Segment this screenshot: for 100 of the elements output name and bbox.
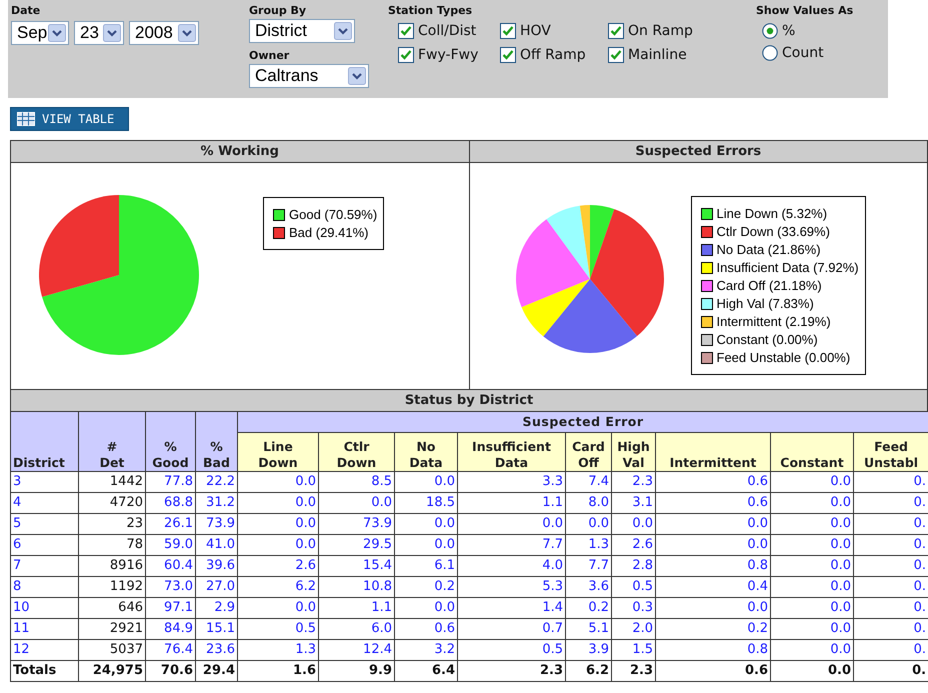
district-link[interactable]: 4 — [13, 495, 22, 510]
caret-icon — [178, 24, 196, 42]
value-link[interactable]: 0.5 — [542, 642, 563, 657]
value-link[interactable]: 0.7 — [542, 621, 563, 636]
value-link[interactable]: 0.0 — [830, 474, 851, 489]
table-cell: 8916 — [78, 556, 146, 576]
value-link[interactable]: 0. — [914, 558, 926, 573]
day-select[interactable]: 23 — [74, 21, 124, 45]
value-link[interactable]: 7.7 — [542, 537, 563, 552]
district-link[interactable]: 3 — [13, 474, 22, 489]
value-link[interactable]: 0. — [914, 621, 926, 636]
district-link[interactable]: 5 — [13, 516, 22, 531]
value-link[interactable]: 0. — [914, 516, 926, 531]
panel-header: Suspected Errors — [470, 141, 927, 163]
checkbox[interactable] — [500, 47, 516, 63]
total-cell: 6.2 — [566, 660, 612, 682]
checkbox-label: HOV — [520, 23, 551, 39]
value-link[interactable]: 0.0 — [830, 495, 851, 510]
group-by-select[interactable]: District — [249, 19, 355, 43]
station-types-label: Station Types — [388, 4, 472, 17]
value-link[interactable]: 0. — [914, 495, 926, 510]
value-link[interactable]: 5.3 — [542, 579, 563, 594]
legend-label: Card Off (21.18%) — [716, 277, 822, 295]
value-link[interactable]: 0. — [914, 537, 926, 552]
value-link[interactable]: 0. — [914, 642, 926, 657]
owner-select[interactable]: Caltrans — [249, 64, 369, 88]
value-link[interactable]: 0.5 — [295, 621, 316, 636]
district-link[interactable]: 11 — [13, 621, 30, 636]
table-cell: 2921 — [78, 618, 146, 640]
value-link[interactable]: 8.5 — [371, 474, 392, 489]
total-cell: 0.0 — [770, 660, 854, 682]
value-link[interactable]: 1.1 — [542, 495, 563, 510]
total-cell: 1.6 — [238, 660, 318, 682]
value-link[interactable]: 0. — [914, 600, 926, 615]
checkbox[interactable] — [398, 47, 414, 63]
district-link[interactable]: 8 — [13, 579, 22, 594]
value-link[interactable]: 6.2 — [295, 579, 316, 594]
year-select[interactable]: 2008 — [129, 21, 199, 45]
group-by-label: Group By — [249, 4, 306, 17]
value-link[interactable]: 4.0 — [542, 558, 563, 573]
value-link[interactable]: 0.0 — [747, 600, 768, 615]
value-link[interactable]: 0.0 — [747, 537, 768, 552]
value-link[interactable]: 1.1 — [371, 600, 392, 615]
district-link[interactable]: 7 — [13, 558, 22, 573]
value-link[interactable]: 0.0 — [371, 495, 392, 510]
value-link[interactable]: 0.6 — [747, 474, 768, 489]
value-link[interactable]: 1.4 — [542, 600, 563, 615]
value-link[interactable]: 6.0 — [371, 621, 392, 636]
value-link[interactable]: 0. — [914, 579, 926, 594]
value-link[interactable]: 0.4 — [747, 579, 768, 594]
table-cell: 1192 — [78, 576, 146, 598]
value-link[interactable]: 0.0 — [295, 537, 316, 552]
legend-label: Line Down (5.32%) — [716, 205, 828, 223]
value-link[interactable]: 0.0 — [295, 600, 316, 615]
value-link[interactable]: 0.6 — [747, 495, 768, 510]
owner-label: Owner — [249, 49, 290, 62]
checkbox[interactable] — [398, 23, 414, 39]
value-link[interactable]: 0.0 — [830, 558, 851, 573]
panel-header: % Working — [11, 141, 468, 163]
total-cell: 0.6 — [656, 660, 770, 682]
table-cell: 23 — [78, 514, 146, 534]
value-link[interactable]: 1.3 — [295, 642, 316, 657]
totals-label: Totals — [10, 660, 78, 682]
value-link[interactable]: 0.0 — [830, 600, 851, 615]
legend-label: Bad (29.41%) — [289, 224, 368, 242]
value-link[interactable]: 0.0 — [295, 474, 316, 489]
view-table-button[interactable]: VIEW TABLE — [10, 107, 129, 131]
value-link[interactable]: 0.0 — [830, 621, 851, 636]
value-link[interactable]: 0.0 — [747, 516, 768, 531]
value-link[interactable]: 0.0 — [830, 642, 851, 657]
value-link[interactable]: 0.2 — [747, 621, 768, 636]
value-link[interactable]: 3.3 — [542, 474, 563, 489]
district-link[interactable]: 10 — [13, 600, 30, 615]
column-header: % Good — [146, 412, 196, 472]
value-link[interactable]: 0.0 — [542, 516, 563, 531]
value-link[interactable]: 0.8 — [747, 642, 768, 657]
radio-button[interactable] — [762, 45, 778, 61]
column-header: Insufficient Data — [458, 432, 566, 472]
legend-label: Insufficient Data (7.92%) — [716, 259, 859, 277]
value-link[interactable]: 0.0 — [830, 579, 851, 594]
total-cell: 9.9 — [318, 660, 394, 682]
checkbox[interactable] — [608, 47, 624, 63]
caret-icon — [334, 22, 352, 40]
district-link[interactable]: 6 — [13, 537, 22, 552]
checkbox[interactable] — [608, 23, 624, 39]
value-link[interactable]: 0.8 — [747, 558, 768, 573]
radio-button[interactable] — [762, 23, 778, 39]
table-title: Status by District — [10, 389, 928, 411]
checkbox[interactable] — [500, 23, 516, 39]
value-link[interactable]: 0.0 — [295, 516, 316, 531]
column-header: Ctlr Down — [318, 432, 394, 472]
district-link[interactable]: 12 — [13, 642, 30, 657]
caret-icon — [48, 24, 66, 42]
group-header: Suspected Error — [238, 412, 928, 432]
value-link[interactable]: 0.0 — [830, 537, 851, 552]
value-link[interactable]: 0. — [914, 474, 926, 489]
value-link[interactable]: 0.0 — [830, 516, 851, 531]
value-link[interactable]: 2.6 — [295, 558, 316, 573]
value-link[interactable]: 0.0 — [295, 495, 316, 510]
month-select[interactable]: Sep — [11, 21, 69, 45]
